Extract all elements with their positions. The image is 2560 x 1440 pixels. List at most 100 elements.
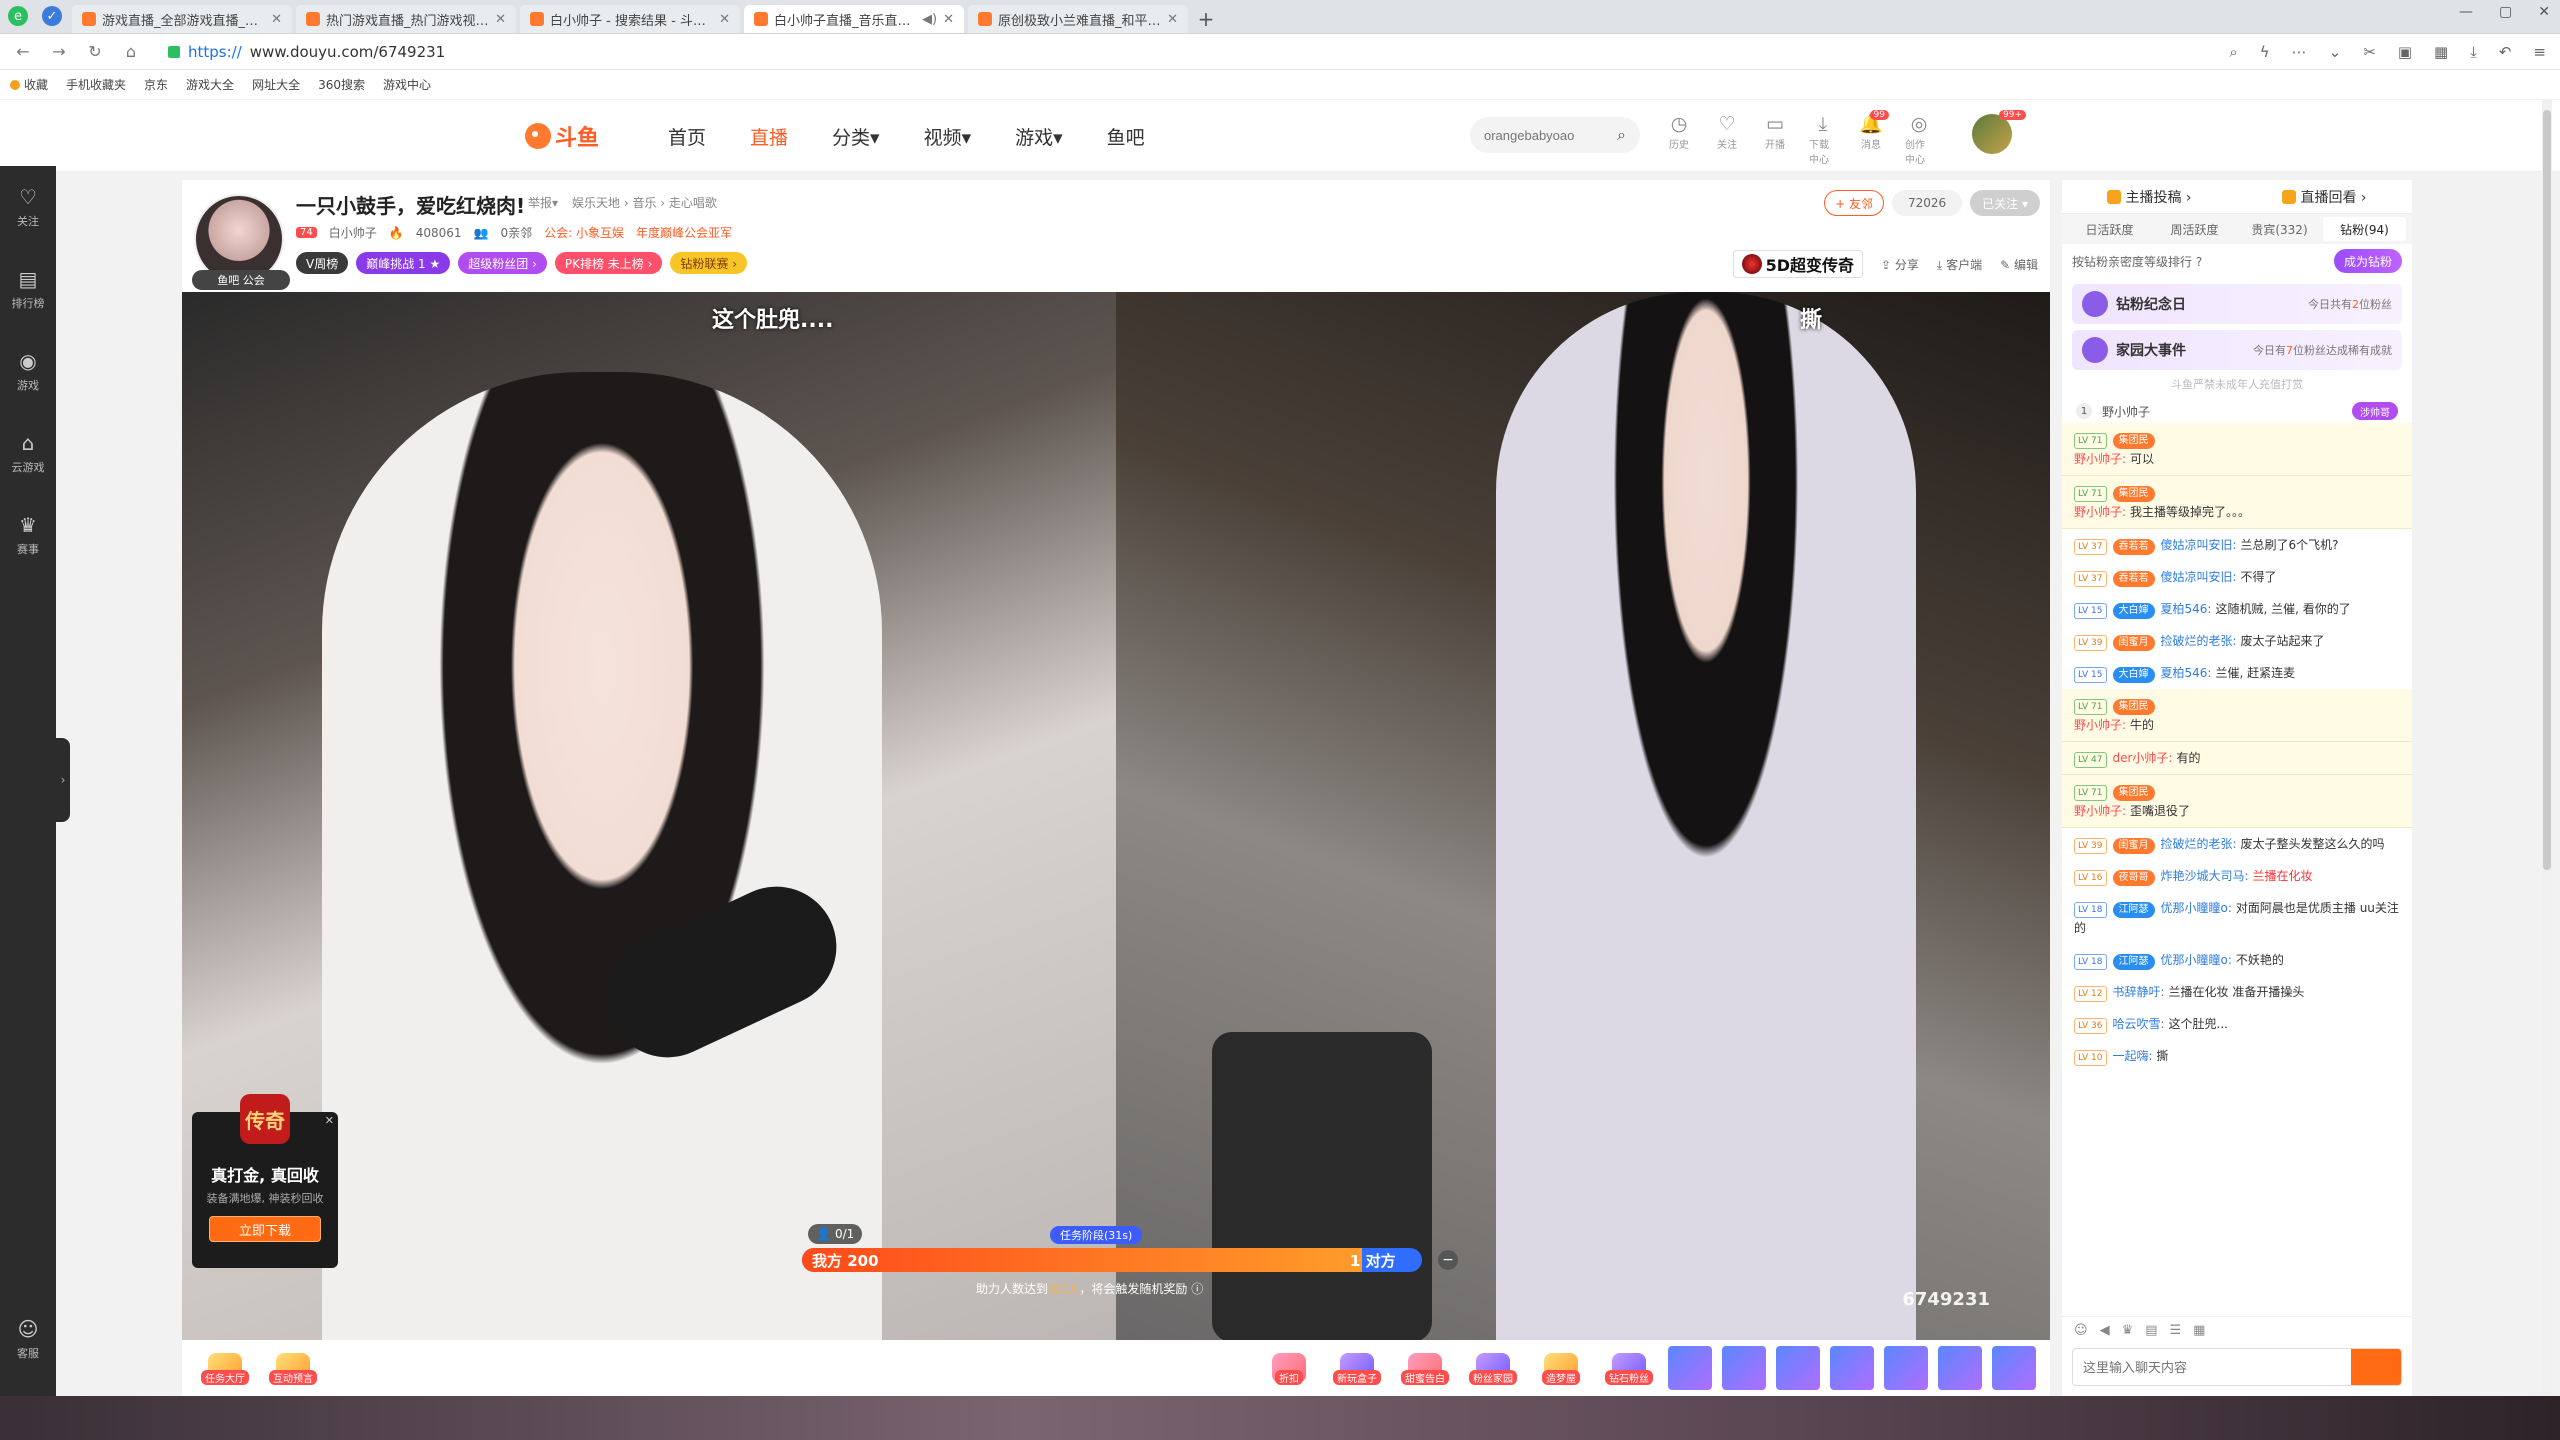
chat-nickname[interactable]: 捡破烂的老张: [2161, 634, 2237, 648]
replay-link[interactable]: 直播回看 › [2282, 187, 2367, 207]
gift-tile[interactable] [1830, 1346, 1874, 1390]
gift-tile[interactable] [1776, 1346, 1820, 1390]
header-follow[interactable]: ♡ 关注 [1713, 112, 1741, 166]
edit-button[interactable]: ✎ 编辑 [2000, 256, 2038, 273]
chat-message[interactable]: LV 37 吞若若 傻姑凉叫安旧: 兰总刷了6个飞机? [2062, 529, 2412, 561]
tab-close-icon[interactable]: ✕ [1167, 12, 1178, 27]
guild-name[interactable]: 公会: 小象互娱 [544, 224, 624, 241]
submissions-link[interactable]: 主播投稿 › [2107, 187, 2192, 207]
tab-vip[interactable]: 贵宾(332) [2238, 217, 2321, 241]
chat-nickname[interactable]: 野小帅子: [2074, 718, 2126, 732]
tag-diamond[interactable]: 钻粉联赛 › [670, 252, 748, 274]
chat-nickname[interactable]: 炸艳沙城大司马: [2161, 869, 2249, 883]
ad-close-icon[interactable]: ✕ [325, 1114, 334, 1127]
rail-ranking[interactable]: ▤ 排行榜 [0, 248, 56, 330]
tab-close-icon[interactable]: ✕ [719, 12, 730, 27]
reload-icon[interactable]: ↻ [86, 42, 104, 61]
nav-live[interactable]: 直播 [750, 123, 788, 150]
card-icon[interactable]: ▤ [2145, 1323, 2157, 1338]
header-broadcast[interactable]: ▭ 开播 [1761, 112, 1789, 166]
dropdown-icon[interactable]: ⌄ [2329, 43, 2342, 61]
download-arrow-icon[interactable]: ⤓ [2470, 43, 2477, 61]
rail-support[interactable]: ☺ 客服 [0, 1298, 56, 1380]
bookmark-item[interactable]: 京东 [144, 76, 168, 93]
chat-message[interactable]: LV 71 集团民 野小帅子: 歪嘴退役了 [2062, 775, 2412, 828]
rail-expand-handle[interactable]: › [56, 738, 70, 822]
bookmark-item[interactable]: 手机收藏夹 [66, 76, 126, 93]
header-message[interactable]: 🔔 99 消息 [1857, 110, 1889, 166]
tag-weekly[interactable]: V周榜 [296, 252, 349, 274]
chat-message[interactable]: LV 15 大白婶 夏柏546: 这随机贼, 兰催, 看你的了 [2062, 593, 2412, 625]
gift-fan-home[interactable]: 粉丝家园 [1464, 1353, 1522, 1385]
ad-download-button[interactable]: 立即下载 [209, 1216, 321, 1242]
crown-icon[interactable]: ♛ [2122, 1323, 2134, 1338]
header-creator[interactable]: ◎ 创作中心 [1905, 112, 1933, 166]
nav-video[interactable]: 视频▾ [924, 123, 972, 150]
gift-icon[interactable]: ▦ [2193, 1323, 2205, 1338]
chat-nickname[interactable]: 野小帅子: [2074, 505, 2126, 519]
gift-tile[interactable] [1938, 1346, 1982, 1390]
tab-daily[interactable]: 日活跃度 [2068, 217, 2151, 241]
chat-nickname[interactable]: 野小帅子: [2074, 452, 2126, 466]
chat-message[interactable]: LV 16 夜哥哥 炸艳沙城大司马: 兰播在化妆 [2062, 860, 2412, 892]
scrollbar-thumb[interactable] [2543, 110, 2551, 870]
gift-diamond-fan[interactable]: 钻石粉丝 [1600, 1353, 1658, 1385]
tab-sound-icon[interactable]: ◀) [922, 12, 937, 27]
nav-home[interactable]: 首页 [668, 123, 706, 150]
apps-icon[interactable]: ▦ [2434, 43, 2448, 61]
gift-discount[interactable]: 折扣 [1260, 1353, 1318, 1385]
chat-message[interactable]: LV 47 der小帅子: 有的 [2062, 742, 2412, 775]
avatar-tag[interactable]: 鱼吧 公会 [192, 270, 290, 290]
chat-nickname[interactable]: 野小帅子: [2074, 804, 2126, 818]
chat-nickname[interactable]: 优那小瞳瞳o: [2161, 953, 2232, 967]
add-friend-button[interactable]: + 友邻 [1824, 190, 1884, 216]
zoom-icon[interactable]: ⌕ [2229, 43, 2237, 61]
chat-message[interactable]: LV 71 集团民 野小帅子: 牛的 [2062, 689, 2412, 742]
help-icon[interactable]: ⓘ [1191, 1282, 1203, 1296]
window-maximize-icon[interactable]: ▢ [2499, 4, 2512, 20]
tab-weekly[interactable]: 周活跃度 [2153, 217, 2236, 241]
nav-yuba[interactable]: 鱼吧 [1107, 123, 1145, 150]
more-icon[interactable]: ⋯ [2292, 43, 2307, 61]
user-avatar[interactable]: 99+ [1972, 110, 2026, 154]
chat-message[interactable]: LV 71 集团民 野小帅子: 可以 [2062, 423, 2412, 476]
nav-category[interactable]: 分类▾ [832, 123, 880, 150]
gift-task-hall[interactable]: 任务大厅 [196, 1353, 254, 1385]
share-button[interactable]: ⇪ 分享 [1881, 256, 1919, 273]
url-field[interactable]: https://www.douyu.com/6749231 [168, 43, 445, 61]
join-diamond-button[interactable]: 成为钻粉 [2333, 249, 2402, 273]
rail-follow[interactable]: ♡ 关注 [0, 166, 56, 248]
list-icon[interactable]: ☰ [2170, 1323, 2182, 1338]
report-link[interactable]: 举报▾ [528, 194, 558, 211]
browser-tab-0[interactable]: 游戏直播_全部游戏直播_斗鱼直播✕ [72, 5, 292, 33]
bookmark-item[interactable]: 游戏大全 [186, 76, 234, 93]
chat-message[interactable]: LV 15 大白婶 夏柏546: 兰催, 赶紧连麦 [2062, 657, 2412, 689]
bolt-icon[interactable]: ϟ [2260, 43, 2270, 61]
search-icon[interactable]: ⌕ [1617, 125, 1626, 145]
tab-diamond[interactable]: 钻粉(94) [2323, 217, 2406, 241]
nav-games[interactable]: 游戏▾ [1015, 123, 1063, 150]
tab-close-icon[interactable]: ✕ [495, 12, 506, 27]
chat-message[interactable]: LV 18 江阿瑟 优那小瞳瞳o: 不妖艳的 [2062, 944, 2412, 976]
chat-nickname[interactable]: 书辞静吁: [2113, 985, 2165, 999]
window-minimize-icon[interactable]: — [2459, 4, 2473, 20]
client-button[interactable]: ⤓ 客户端 [1937, 256, 1982, 273]
bookmark-item[interactable]: 游戏中心 [383, 76, 431, 93]
chat-nickname[interactable]: 一起嗨: [2113, 1049, 2153, 1063]
bookmark-item[interactable]: 收藏 [10, 76, 48, 93]
page-scrollbar[interactable] [2542, 100, 2552, 1400]
chat-list[interactable]: LV 71 集团民 野小帅子: 可以 LV 71 集团民 野小帅子: 我主播等级掉完了。。。 L… [2062, 423, 2412, 1343]
extension-icon[interactable]: ▣ [2398, 43, 2412, 61]
home-icon[interactable]: ⌂ [122, 42, 140, 61]
chat-nickname[interactable]: 捡破烂的老张: [2161, 837, 2237, 851]
tab-close-icon[interactable]: ✕ [271, 12, 282, 27]
forward-icon[interactable]: → [50, 42, 68, 61]
gift-tile[interactable] [1992, 1346, 2036, 1390]
host-name[interactable]: 白小帅子 [329, 224, 377, 241]
chat-nickname[interactable]: 傻姑凉叫安旧: [2161, 538, 2237, 552]
legend-ad-badge[interactable]: 5D超变传奇 [1732, 250, 1864, 278]
chat-input[interactable] [2083, 1359, 2323, 1375]
chat-message[interactable]: LV 71 集团民 野小帅子: 我主播等级掉完了。。。 [2062, 476, 2412, 529]
chat-message[interactable]: LV 10 一起嗨: 撕 [2062, 1040, 2412, 1072]
chat-message[interactable]: LV 37 吞若若 傻姑凉叫安旧: 不得了 [2062, 561, 2412, 593]
